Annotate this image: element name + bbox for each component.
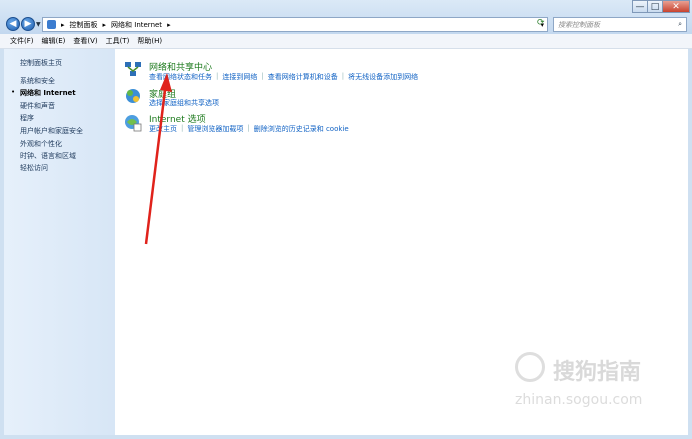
watermark-url: zhinan.sogou.com xyxy=(515,392,643,408)
sidebar-item-appearance[interactable]: 外观和个性化 xyxy=(20,139,62,149)
search-icon[interactable]: ⌕ xyxy=(678,20,682,29)
watermark-logo-icon xyxy=(515,352,545,382)
back-button[interactable]: ◀ xyxy=(6,17,20,31)
network-center-links: 查看网络状态和任务 | 连接到网络 | 查看网络计算机和设备 | 将无线设备添加… xyxy=(149,72,418,82)
sidebar-home-link[interactable]: 控制面板主页 xyxy=(20,58,62,68)
sidebar-item-network-internet[interactable]: 网络和 Internet xyxy=(20,88,76,98)
watermark-text: 搜狗指南 xyxy=(553,360,642,385)
breadcrumb-control-panel[interactable]: 控制面板 xyxy=(70,20,98,30)
network-center-icon xyxy=(125,62,141,76)
sidebar-item-system-security[interactable]: 系统和安全 xyxy=(20,76,55,86)
menu-help[interactable]: 帮助(H) xyxy=(137,36,162,46)
link-separator: | xyxy=(216,72,219,80)
address-bar[interactable]: ▸ 控制面板 ▸ 网络和 Internet ▸ ▾ xyxy=(42,17,548,32)
homegroup-icon xyxy=(126,89,140,103)
main-content: 网络和共享中心 查看网络状态和任务 | 连接到网络 | 查看网络计算机和设备 |… xyxy=(115,49,688,435)
link-homegroup-sharing-options[interactable]: 选择家庭组和共享选项 xyxy=(149,98,219,108)
internet-options-links: 更改主页 | 管理浏览器加载项 | 删除浏览的历史记录和 cookie xyxy=(149,124,349,134)
refresh-button[interactable]: ⟳ xyxy=(537,18,549,30)
maximize-button[interactable]: □ xyxy=(647,0,663,13)
sidebar-item-hardware-sound[interactable]: 硬件和声音 xyxy=(20,101,55,111)
history-dropdown-icon[interactable]: ▼ xyxy=(36,21,41,28)
sidebar-item-clock-region[interactable]: 时钟、语言和区域 xyxy=(20,151,76,161)
title-bar: — □ ✕ ◀ ▶ ▼ ▸ 控制面板 ▸ 网络和 Internet ▸ ▾ ⟳ … xyxy=(0,0,692,34)
control-panel-icon xyxy=(47,20,56,29)
menu-tools[interactable]: 工具(T) xyxy=(106,36,130,46)
search-input[interactable]: 搜索控制面板 ⌕ xyxy=(553,17,687,32)
link-add-wireless-device[interactable]: 将无线设备添加到网络 xyxy=(348,72,418,82)
homegroup-links: 选择家庭组和共享选项 xyxy=(149,98,219,108)
breadcrumb-arrow-icon: ▸ xyxy=(61,20,65,29)
search-placeholder: 搜索控制面板 xyxy=(558,20,600,29)
sidebar-item-programs[interactable]: 程序 xyxy=(20,113,34,123)
link-delete-history[interactable]: 删除浏览的历史记录和 cookie xyxy=(254,124,349,134)
breadcrumb-arrow-icon: ▸ xyxy=(167,20,171,29)
link-view-network-status[interactable]: 查看网络状态和任务 xyxy=(149,72,212,82)
link-separator: | xyxy=(341,72,345,80)
sidebar: 控制面板主页 系统和安全 • 网络和 Internet 硬件和声音 程序 用户帐… xyxy=(4,49,115,435)
internet-options-icon xyxy=(125,115,142,132)
minimize-button[interactable]: — xyxy=(632,0,648,13)
link-connect-network[interactable]: 连接到网络 xyxy=(222,72,257,82)
breadcrumb-arrow-icon: ▸ xyxy=(102,20,107,29)
link-separator: | xyxy=(261,72,264,80)
link-view-network-computers[interactable]: 查看网络计算机和设备 xyxy=(268,72,338,82)
sidebar-item-user-accounts[interactable]: 用户帐户和家庭安全 xyxy=(20,126,83,136)
menu-view[interactable]: 查看(V) xyxy=(73,36,97,46)
forward-button[interactable]: ▶ xyxy=(21,17,35,31)
menu-edit[interactable]: 编辑(E) xyxy=(42,36,66,46)
menu-bar: 文件(F) 编辑(E) 查看(V) 工具(T) 帮助(H) xyxy=(0,34,692,49)
menu-file[interactable]: 文件(F) xyxy=(10,36,34,46)
breadcrumb-network-internet[interactable]: 网络和 Internet xyxy=(111,20,162,30)
link-separator: | xyxy=(247,124,250,132)
close-button[interactable]: ✕ xyxy=(662,0,690,13)
selected-bullet-icon: • xyxy=(11,88,16,96)
sidebar-item-ease-of-access[interactable]: 轻松访问 xyxy=(20,163,48,173)
link-change-homepage[interactable]: 更改主页 xyxy=(149,124,177,134)
link-separator: | xyxy=(181,124,184,132)
link-manage-addons[interactable]: 管理浏览器加载项 xyxy=(187,124,243,134)
